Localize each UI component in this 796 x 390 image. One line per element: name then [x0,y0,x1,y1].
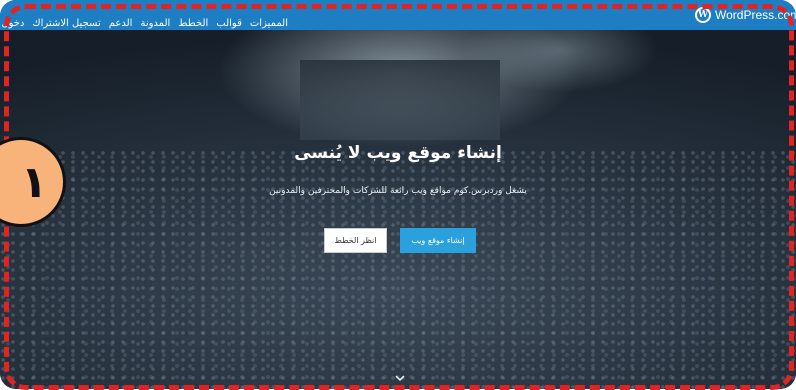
wordpress-logo-icon: W [695,7,711,23]
brand-name: WordPress.com [715,8,796,22]
hero-subtitle: يشغل وردبرس.كوم مواقع ويب رائعة للشركات … [269,186,527,196]
create-website-button[interactable]: إنشاء موقع ويب [400,228,476,253]
top-nav-bar: المميزات قوالب الخطط المدونة الدعم تسجيل… [0,0,796,30]
page-frame: المميزات قوالب الخطط المدونة الدعم تسجيل… [0,0,796,389]
see-plans-button[interactable]: انظر الخطط [324,228,387,253]
stage-background [300,60,500,140]
hero-section [0,30,796,389]
hero-title: إنشاء موقع ويب لا يُنسى [294,143,502,163]
brand-link[interactable]: W WordPress.com [0,0,796,30]
chevron-down-icon[interactable] [394,372,406,384]
